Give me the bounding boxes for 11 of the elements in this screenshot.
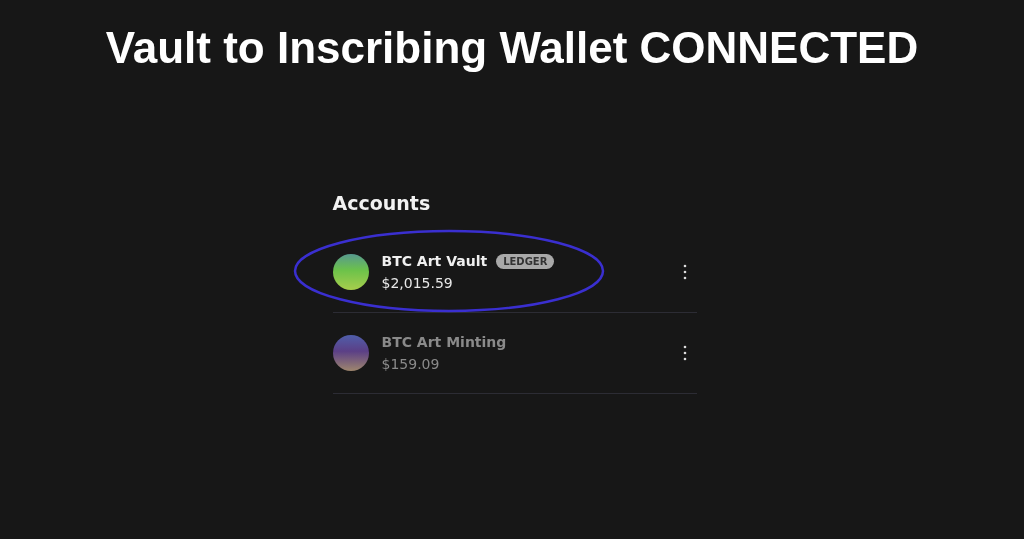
more-options-icon[interactable] [682, 345, 687, 361]
account-name: BTC Art Minting [381, 334, 507, 350]
account-row[interactable]: BTC Art Vault LEDGER $2,015.59 [332, 232, 697, 313]
account-balance: $2,015.59 [381, 275, 454, 291]
more-options-icon[interactable] [682, 264, 687, 280]
device-badge: LEDGER [496, 253, 555, 269]
slide-title: Vault to Inscribing Wallet CONNECTED [105, 22, 919, 74]
account-name: BTC Art Vault [381, 253, 488, 269]
account-row[interactable]: BTC Art Minting $159.09 [332, 313, 697, 394]
account-balance: $159.09 [381, 356, 441, 372]
accounts-heading: Accounts [332, 192, 432, 214]
